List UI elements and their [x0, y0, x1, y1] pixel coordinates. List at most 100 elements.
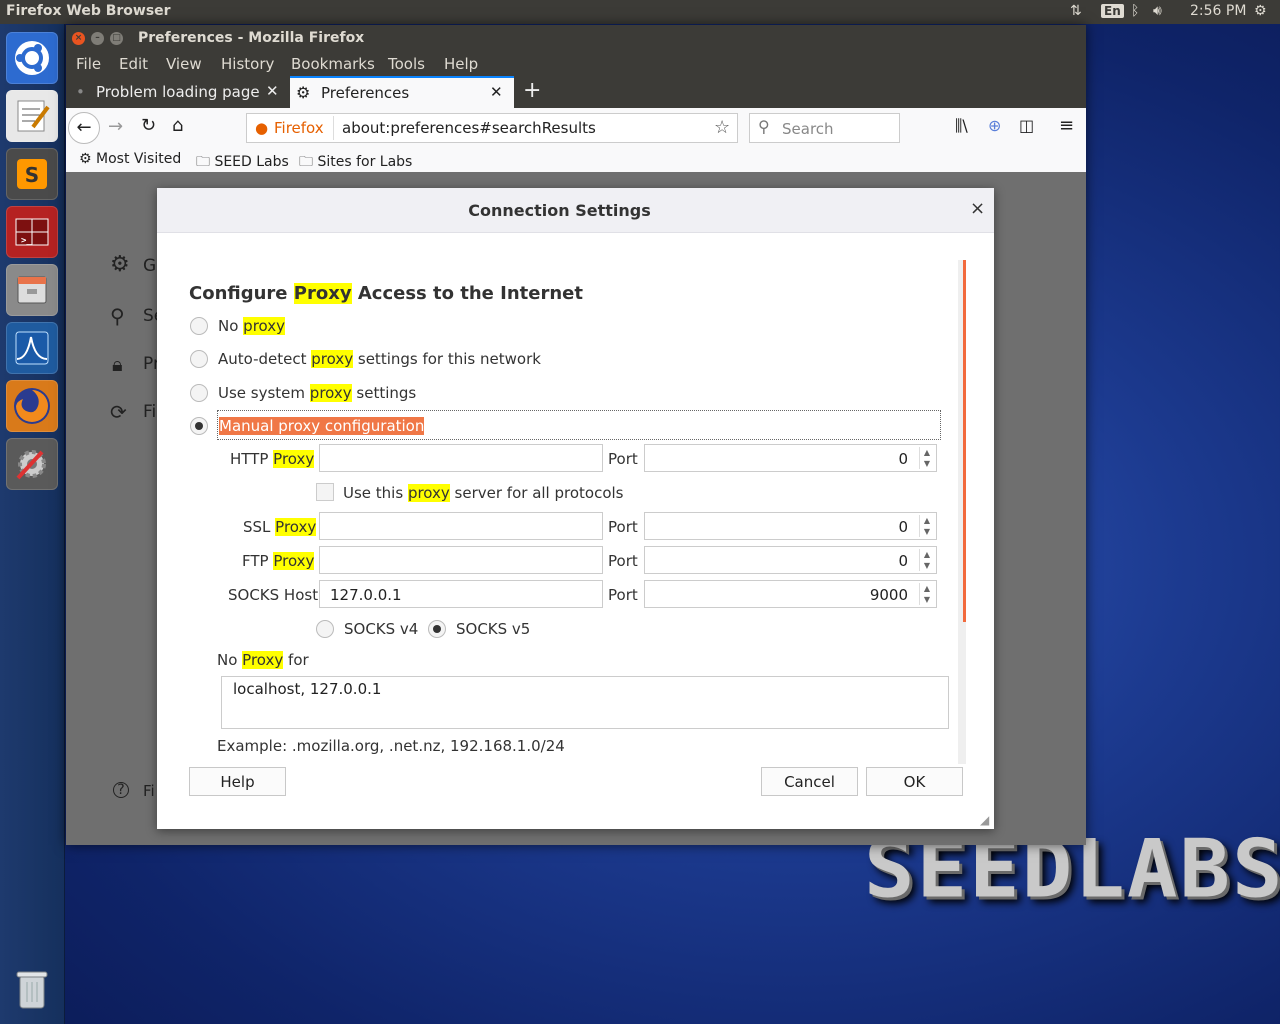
gear-icon: ⚙: [110, 252, 130, 277]
top-panel: Firefox Web Browser ⇅ En ᛒ 🔊︎ 2:56 PM ⚙: [0, 0, 1280, 24]
tab-problem-loading[interactable]: • Problem loading page ✕: [70, 76, 286, 108]
socks-port-input[interactable]: 9000 ▲ ▼: [644, 580, 937, 608]
menu-tools[interactable]: Tools: [388, 55, 425, 73]
no-proxy-example: Example: .mozilla.org, .net.nz, 192.168.…: [217, 737, 565, 755]
close-window-button[interactable]: ×: [72, 32, 85, 45]
no-proxy-label: No proxy: [218, 317, 286, 335]
tab-label: Preferences: [321, 84, 410, 102]
bookmark-star-icon[interactable]: ☆: [714, 117, 730, 138]
library-icon[interactable]: ⫼\: [955, 116, 968, 136]
help-button[interactable]: Help: [189, 767, 286, 796]
terminal-icon[interactable]: >_: [6, 206, 58, 258]
keyboard-layout-indicator[interactable]: En: [1101, 3, 1124, 19]
connection-settings-dialog: Connection Settings × Configure Proxy Ac…: [157, 188, 994, 829]
reload-icon[interactable]: ↻: [141, 115, 156, 136]
no-proxy-for-label: No Proxy for: [217, 651, 309, 669]
ftp-port-input[interactable]: 0 ▲ ▼: [644, 546, 937, 574]
menubar: File Edit View History Bookmarks Tools H…: [66, 52, 1086, 76]
http-port-label: Port: [608, 450, 638, 468]
window-title: Preferences - Mozilla Firefox: [138, 30, 365, 46]
no-proxy-radio[interactable]: [190, 317, 208, 335]
minimize-window-button[interactable]: –: [91, 32, 104, 45]
resize-grip-icon[interactable]: ◢: [980, 813, 989, 827]
socks-host-label: SOCKS Host: [228, 586, 319, 604]
ssl-port-input[interactable]: 0 ▲ ▼: [644, 512, 937, 540]
sidebar-sync-partial[interactable]: Fi: [143, 402, 156, 422]
port-spinner-icon[interactable]: ▲ ▼: [919, 447, 934, 469]
close-tab-icon[interactable]: ✕: [490, 83, 503, 101]
http-port-input[interactable]: 0 ▲ ▼: [644, 444, 937, 472]
manual-proxy-radio[interactable]: [190, 417, 208, 435]
url-text[interactable]: about:preferences#searchResults: [342, 119, 596, 137]
no-proxy-for-textarea[interactable]: localhost, 127.0.0.1: [221, 676, 949, 729]
trash-icon[interactable]: [6, 964, 58, 1016]
firefox-icon[interactable]: [6, 380, 58, 432]
manual-proxy-label: Manual proxy configuration: [219, 417, 425, 435]
ftp-port-label: Port: [608, 552, 638, 570]
bluetooth-icon[interactable]: ᛒ: [1131, 3, 1139, 19]
socks-v4-radio[interactable]: [316, 620, 334, 638]
search-placeholder: Search: [782, 120, 834, 138]
tab-preferences[interactable]: ⚙ Preferences ✕: [290, 76, 514, 108]
footer-partial[interactable]: Fi: [143, 782, 155, 800]
port-spinner-icon[interactable]: ▲ ▼: [919, 515, 934, 537]
search-input[interactable]: ⚲ Search: [749, 113, 900, 143]
sidebar-toggle-icon[interactable]: ◫: [1019, 116, 1034, 135]
menu-help[interactable]: Help: [444, 55, 478, 73]
port-spinner-icon[interactable]: ▲ ▼: [919, 549, 934, 571]
socks-v5-radio[interactable]: [428, 620, 446, 638]
ftp-proxy-input[interactable]: [319, 546, 603, 574]
wireshark-icon[interactable]: [6, 322, 58, 374]
port-spinner-icon[interactable]: ▲ ▼: [919, 583, 934, 605]
session-gear-icon[interactable]: ⚙: [1254, 3, 1267, 19]
socks-v4-label: SOCKS v4: [344, 620, 419, 638]
volume-icon[interactable]: 🔊︎: [1153, 3, 1162, 19]
section-heading: Configure Proxy Access to the Internet: [189, 283, 583, 304]
clock[interactable]: 2:56 PM: [1190, 3, 1246, 19]
close-dialog-button[interactable]: ×: [970, 198, 985, 219]
menu-bookmarks[interactable]: Bookmarks: [291, 55, 375, 73]
bookmark-most-visited[interactable]: ⚙ Most Visited: [79, 151, 181, 167]
close-tab-icon[interactable]: ✕: [266, 82, 279, 100]
sync-icon: ⟳: [110, 400, 127, 424]
http-proxy-input[interactable]: [319, 444, 603, 472]
menu-history[interactable]: History: [221, 55, 274, 73]
http-proxy-label: HTTP Proxy: [230, 450, 315, 468]
tab-label: Problem loading page: [96, 83, 260, 101]
ssl-port-label: Port: [608, 518, 638, 536]
navigation-toolbar: ← → ↻ ⌂ ● Firefox about:preferences#sear…: [66, 108, 1086, 148]
menu-file[interactable]: File: [76, 55, 101, 73]
maximize-window-button[interactable]: □: [110, 32, 123, 45]
forward-arrow-icon[interactable]: →: [108, 116, 123, 137]
scrollbar-thumb[interactable]: [963, 260, 966, 622]
system-settings-icon[interactable]: [6, 438, 58, 490]
extension-icon[interactable]: ⊕: [988, 116, 1001, 135]
new-tab-plus-icon[interactable]: +: [523, 78, 541, 103]
ssl-proxy-input[interactable]: [319, 512, 603, 540]
unity-launcher: S >_: [0, 24, 65, 1024]
ubuntu-dash-icon[interactable]: [6, 32, 58, 84]
use-proxy-for-all-checkbox[interactable]: [316, 483, 334, 501]
menu-view[interactable]: View: [166, 55, 202, 73]
cancel-button[interactable]: Cancel: [761, 767, 858, 796]
socks-host-input[interactable]: 127.0.0.1: [319, 580, 603, 608]
dialog-title: Connection Settings: [468, 201, 651, 220]
menu-edit[interactable]: Edit: [119, 55, 148, 73]
text-editor-icon[interactable]: [6, 90, 58, 142]
tab-bar: • Problem loading page ✕ ⚙ Preferences ✕…: [66, 76, 1086, 108]
url-bar[interactable]: ● Firefox about:preferences#searchResult…: [246, 113, 738, 143]
ok-button[interactable]: OK: [866, 767, 963, 796]
back-arrow-icon[interactable]: ←: [68, 112, 100, 144]
ssl-proxy-label: SSL Proxy: [243, 518, 317, 536]
window-titlebar: × – □ Preferences - Mozilla Firefox: [66, 25, 1086, 52]
network-arrows-icon[interactable]: ⇅: [1070, 3, 1082, 19]
auto-detect-label: Auto-detect proxy settings for this netw…: [218, 350, 541, 368]
hamburger-menu-icon[interactable]: ≡: [1059, 115, 1074, 136]
file-manager-icon[interactable]: [6, 264, 58, 316]
gear-icon: ⚙: [296, 83, 311, 102]
firefox-identity-icon[interactable]: ●: [255, 119, 268, 137]
sublime-text-icon[interactable]: S: [6, 148, 58, 200]
auto-detect-radio[interactable]: [190, 350, 208, 368]
system-proxy-radio[interactable]: [190, 384, 208, 402]
home-icon[interactable]: ⌂: [172, 115, 183, 136]
